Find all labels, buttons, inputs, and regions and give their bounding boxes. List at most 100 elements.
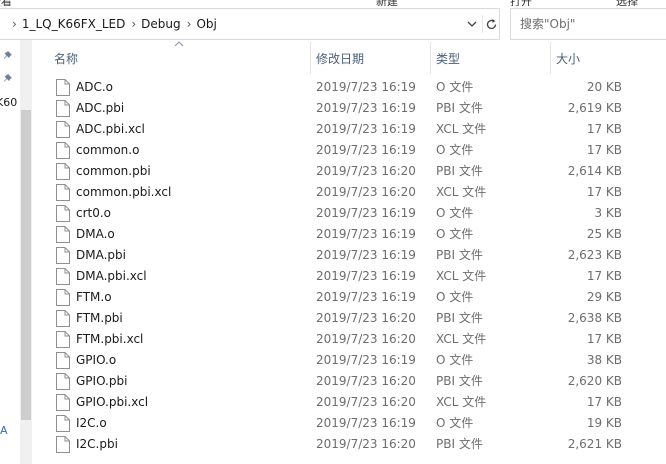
blank-document-icon bbox=[56, 226, 70, 243]
breadcrumb-item-debug[interactable]: Debug bbox=[141, 17, 180, 31]
file-row[interactable]: GPIO.pbi 2019/7/23 16:20 PBI 文件 2,620 KB bbox=[32, 371, 666, 392]
file-type: PBI 文件 bbox=[436, 101, 483, 115]
file-type: PBI 文件 bbox=[436, 437, 483, 451]
blank-document-icon bbox=[56, 79, 70, 96]
nav-item-truncated[interactable]: K60 bbox=[0, 96, 17, 109]
file-name: ADC.pbi bbox=[76, 101, 125, 115]
file-type: XCL 文件 bbox=[436, 332, 487, 346]
column-divider[interactable] bbox=[550, 42, 551, 74]
file-name: crt0.o bbox=[76, 206, 112, 220]
file-modified-date: 2019/7/23 16:20 bbox=[316, 332, 416, 346]
address-bar[interactable]: › 1_LQ_K66FX_LED › Debug › Obj bbox=[0, 8, 500, 40]
file-row[interactable]: FTM.pbi.xcl 2019/7/23 16:20 XCL 文件 17 KB bbox=[32, 329, 666, 350]
file-row[interactable]: common.pbi.xcl 2019/7/23 16:20 XCL 文件 17… bbox=[32, 182, 666, 203]
file-size: 17 KB bbox=[586, 395, 622, 409]
pin-icon[interactable] bbox=[3, 50, 15, 62]
blank-document-icon bbox=[56, 100, 70, 117]
blank-document-icon bbox=[56, 289, 70, 306]
file-type: PBI 文件 bbox=[436, 374, 483, 388]
file-name: common.o bbox=[76, 143, 140, 157]
file-name: GPIO.o bbox=[76, 353, 117, 367]
file-modified-date: 2019/7/23 16:19 bbox=[316, 290, 416, 304]
blank-document-icon bbox=[56, 436, 70, 453]
blank-document-icon bbox=[56, 415, 70, 432]
chevron-down-icon[interactable] bbox=[465, 16, 479, 32]
breadcrumb-item-project[interactable]: 1_LQ_K66FX_LED bbox=[22, 17, 126, 31]
file-type: XCL 文件 bbox=[436, 122, 487, 136]
refresh-icon[interactable] bbox=[482, 15, 499, 33]
file-row[interactable]: DMA.pbi 2019/7/23 16:19 PBI 文件 2,623 KB bbox=[32, 245, 666, 266]
file-size: 17 KB bbox=[586, 122, 622, 136]
file-modified-date: 2019/7/23 16:20 bbox=[316, 185, 416, 199]
file-modified-date: 2019/7/23 16:20 bbox=[316, 437, 416, 451]
breadcrumb-item-obj[interactable]: Obj bbox=[196, 17, 216, 31]
file-name: I2C.pbi bbox=[76, 437, 118, 451]
ribbon-label-new[interactable]: 新建 bbox=[376, 0, 398, 6]
breadcrumb: › 1_LQ_K66FX_LED › Debug › Obj bbox=[6, 9, 217, 39]
ribbon-label-open[interactable]: 打开 bbox=[510, 0, 532, 6]
chevron-right-icon[interactable]: › bbox=[187, 17, 192, 31]
file-row[interactable]: I2C.o 2019/7/23 16:19 O 文件 19 KB bbox=[32, 413, 666, 434]
column-header-type-label: 类型 bbox=[436, 51, 461, 66]
search-box[interactable] bbox=[510, 8, 666, 40]
ribbon-label-view[interactable]: 查看 bbox=[0, 0, 12, 6]
file-row[interactable]: common.o 2019/7/23 16:19 O 文件 17 KB bbox=[32, 140, 666, 161]
file-modified-date: 2019/7/23 16:19 bbox=[316, 143, 416, 157]
file-name: I2C.o bbox=[76, 416, 107, 430]
file-modified-date: 2019/7/23 16:20 bbox=[316, 374, 416, 388]
navigation-pane: K60 A bbox=[0, 40, 20, 464]
file-type: XCL 文件 bbox=[436, 185, 487, 199]
file-size: 29 KB bbox=[586, 290, 622, 304]
column-header-date[interactable]: 修改日期 bbox=[316, 40, 430, 76]
file-row[interactable]: ADC.pbi.xcl 2019/7/23 16:19 XCL 文件 17 KB bbox=[32, 119, 666, 140]
file-size: 2,620 KB bbox=[567, 374, 622, 388]
file-size: 25 KB bbox=[586, 227, 622, 241]
blank-document-icon bbox=[56, 331, 70, 348]
file-row[interactable]: crt0.o 2019/7/23 16:19 O 文件 3 KB bbox=[32, 203, 666, 224]
navigation-scrollbar-thumb[interactable] bbox=[21, 110, 31, 420]
file-size: 17 KB bbox=[586, 143, 622, 157]
file-type: PBI 文件 bbox=[436, 164, 483, 178]
file-type: XCL 文件 bbox=[436, 269, 487, 283]
column-divider[interactable] bbox=[430, 42, 431, 74]
file-row[interactable]: GPIO.pbi.xcl 2019/7/23 16:20 XCL 文件 17 K… bbox=[32, 392, 666, 413]
blank-document-icon bbox=[56, 268, 70, 285]
blank-document-icon bbox=[56, 394, 70, 411]
file-row[interactable]: ADC.pbi 2019/7/23 16:19 PBI 文件 2,619 KB bbox=[32, 98, 666, 119]
file-size: 20 KB bbox=[586, 80, 622, 94]
file-type: PBI 文件 bbox=[436, 311, 483, 325]
file-row[interactable]: I2C.pbi 2019/7/23 16:20 PBI 文件 2,621 KB bbox=[32, 434, 666, 455]
chevron-right-icon[interactable]: › bbox=[131, 17, 136, 31]
file-row[interactable]: common.pbi 2019/7/23 16:20 PBI 文件 2,614 … bbox=[32, 161, 666, 182]
file-modified-date: 2019/7/23 16:19 bbox=[316, 269, 416, 283]
file-name: ADC.pbi.xcl bbox=[76, 122, 145, 136]
column-header-type[interactable]: 类型 bbox=[436, 40, 550, 76]
blank-document-icon bbox=[56, 121, 70, 138]
column-header-date-label: 修改日期 bbox=[316, 51, 365, 66]
file-list: ADC.o 2019/7/23 16:19 O 文件 20 KB ADC.pbi… bbox=[32, 77, 666, 455]
column-header-name-label: 名称 bbox=[54, 51, 79, 66]
file-row[interactable]: DMA.pbi.xcl 2019/7/23 16:19 XCL 文件 17 KB bbox=[32, 266, 666, 287]
file-row[interactable]: FTM.pbi 2019/7/23 16:20 PBI 文件 2,638 KB bbox=[32, 308, 666, 329]
file-modified-date: 2019/7/23 16:20 bbox=[316, 311, 416, 325]
file-size: 19 KB bbox=[586, 416, 622, 430]
column-header-name[interactable]: 名称 bbox=[54, 40, 310, 76]
file-name: GPIO.pbi bbox=[76, 374, 128, 388]
file-modified-date: 2019/7/23 16:19 bbox=[316, 248, 416, 262]
search-input[interactable] bbox=[520, 17, 660, 31]
file-type: O 文件 bbox=[436, 143, 474, 157]
file-name: GPIO.pbi.xcl bbox=[76, 395, 149, 409]
column-header-size[interactable]: 大小 bbox=[556, 40, 662, 76]
column-divider[interactable] bbox=[310, 42, 311, 74]
file-type: O 文件 bbox=[436, 206, 474, 220]
file-row[interactable]: ADC.o 2019/7/23 16:19 O 文件 20 KB bbox=[32, 77, 666, 98]
file-row[interactable]: GPIO.o 2019/7/23 16:19 O 文件 38 KB bbox=[32, 350, 666, 371]
file-row[interactable]: DMA.o 2019/7/23 16:19 O 文件 25 KB bbox=[32, 224, 666, 245]
ribbon-label-select[interactable]: 选择 bbox=[616, 0, 638, 6]
nav-item-truncated-bottom[interactable]: A bbox=[0, 424, 8, 437]
chevron-right-icon[interactable]: › bbox=[12, 17, 17, 31]
file-modified-date: 2019/7/23 16:19 bbox=[316, 80, 416, 94]
pin-icon[interactable] bbox=[3, 73, 15, 85]
file-row[interactable]: FTM.o 2019/7/23 16:19 O 文件 29 KB bbox=[32, 287, 666, 308]
blank-document-icon bbox=[56, 310, 70, 327]
